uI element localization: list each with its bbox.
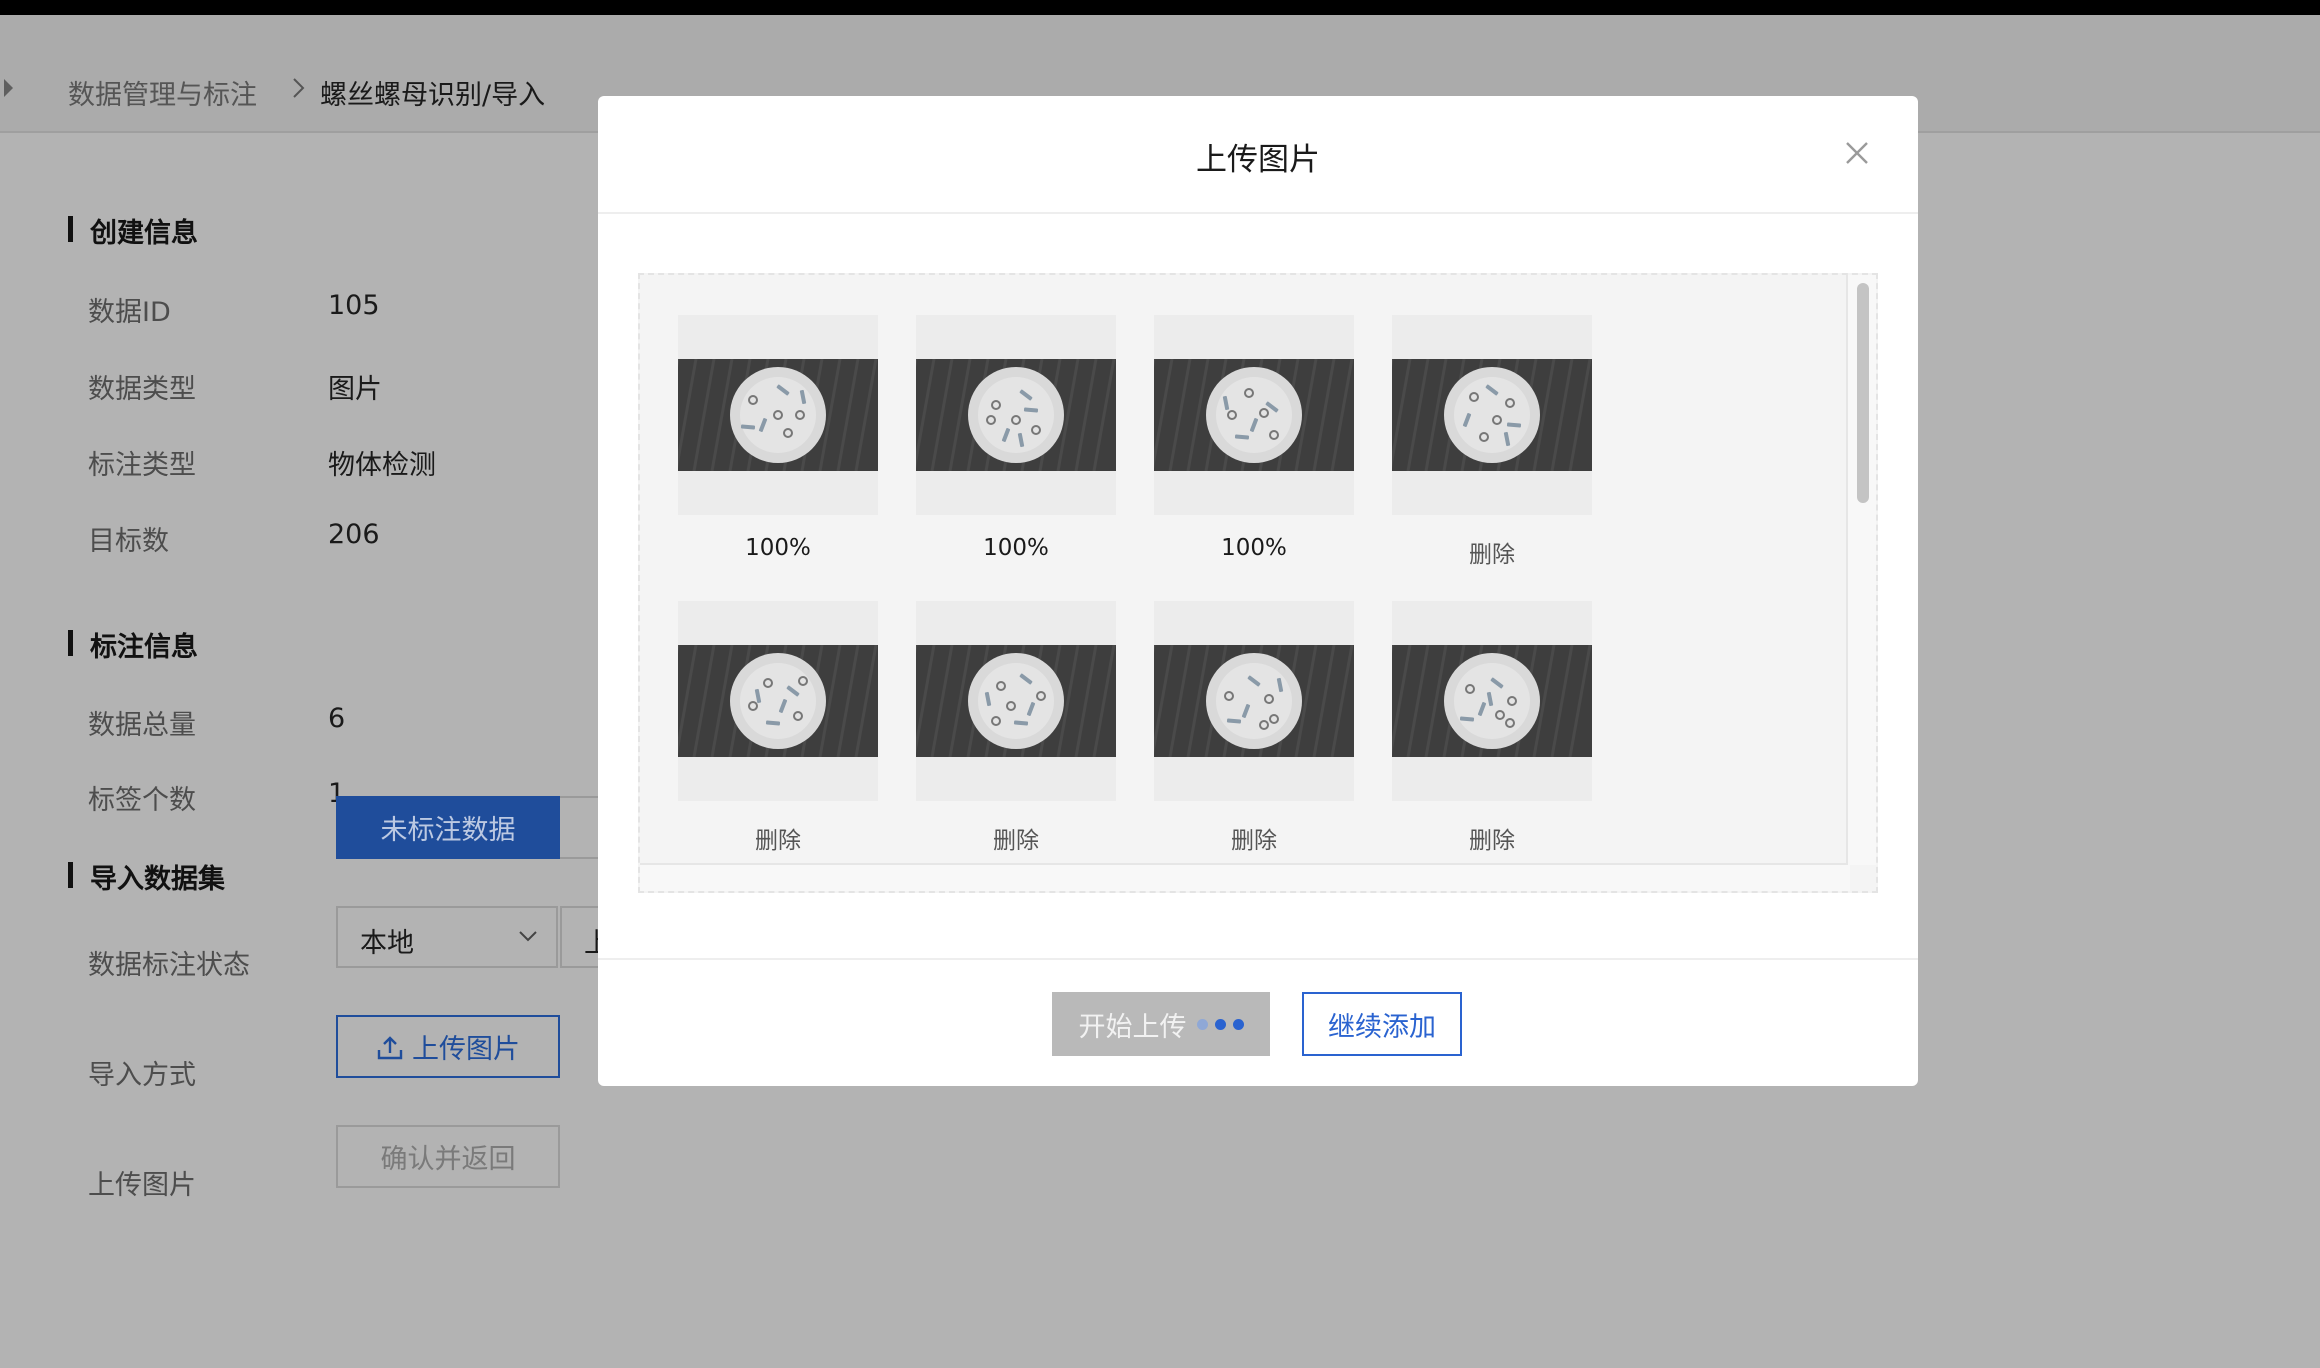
upload-progress: 100% [1221,535,1287,561]
upload-progress: 100% [745,535,811,561]
row-label-annotation-status: 数据标注状态 [88,950,250,981]
row-label-tag-count: 标签个数 [88,785,196,816]
chevron-down-icon [519,931,537,942]
section-title-import-dataset: 导入数据集 [68,857,225,896]
tab-unannotated-data[interactable]: 未标注数据 [336,796,560,859]
row-label-target-count: 目标数 [88,526,169,557]
sidebar-toggle-icon[interactable] [4,79,13,97]
upload-images-button[interactable]: 上传图片 [336,1015,560,1078]
delete-link[interactable]: 删除 [1392,821,1592,855]
import-method-value: 本地 [360,928,414,959]
row-label-data-type: 数据类型 [88,374,196,405]
modal-footer-divider [598,958,1918,960]
thumbnail-7[interactable] [1154,601,1354,801]
row-value-data-total: 6 [328,703,346,734]
thumbnail-6[interactable] [916,601,1116,801]
breadcrumb-parent[interactable]: 数据管理与标注 [68,73,257,112]
thumbnail-image-2 [916,359,1116,471]
thumbnail-image-7 [1154,645,1354,757]
thumbnail-image-4 [1392,359,1592,471]
thumbnail-4[interactable] [1392,315,1592,515]
close-icon[interactable] [1842,138,1872,168]
confirm-and-return-button[interactable]: 确认并返回 [336,1125,560,1188]
section-title-label-info: 标注信息 [68,625,198,664]
delete-link[interactable]: 删除 [1154,821,1354,855]
row-label-import-method: 导入方式 [88,1060,196,1091]
chevron-right-icon [293,78,305,98]
thumbnail-image-5 [678,645,878,757]
row-label-annotation-type: 标注类型 [88,450,196,481]
continue-adding-button[interactable]: 继续添加 [1302,992,1462,1056]
delete-link[interactable]: 删除 [916,821,1116,855]
start-upload-button[interactable]: 开始上传 [1052,992,1270,1056]
import-method-select[interactable]: 本地 [336,906,558,968]
thumbnail-image-1 [678,359,878,471]
horizontal-scrollbar[interactable] [640,863,1850,891]
thumbnail-1[interactable] [678,315,878,515]
thumbnail-8[interactable] [1392,601,1592,801]
row-value-data-type: 图片 [328,374,382,405]
modal-title: 上传图片 [1196,142,1320,178]
row-label-upload-images: 上传图片 [88,1170,196,1201]
vertical-scrollbar[interactable] [1846,275,1876,865]
row-label-data-id: 数据ID [88,297,171,328]
row-label-data-total: 数据总量 [88,710,196,741]
upload-icon [377,1035,403,1059]
section-title-create-info: 创建信息 [68,211,198,250]
loading-dots-icon [1196,1018,1244,1030]
thumbnail-image-6 [916,645,1116,757]
thumbnail-image-3 [1154,359,1354,471]
top-bar [0,0,2320,15]
thumbnail-image-8 [1392,645,1592,757]
row-value-target-count: 206 [328,519,380,550]
start-upload-label: 开始上传 [1078,1011,1187,1043]
row-value-annotation-type: 物体检测 [328,450,436,481]
delete-link[interactable]: 删除 [1392,535,1592,569]
thumbnail-gallery[interactable]: 100% 100% 100% 删除 删除 删除 删除 删除 [638,273,1878,893]
scrollbar-thumb[interactable] [1857,283,1869,503]
thumbnail-3[interactable] [1154,315,1354,515]
thumbnail-2[interactable] [916,315,1116,515]
upload-images-button-label: 上传图片 [412,1034,520,1065]
row-value-data-id: 105 [328,290,380,321]
upload-progress: 100% [983,535,1049,561]
delete-link[interactable]: 删除 [678,821,878,855]
upload-images-modal: 上传图片 100% 100% 100% 删除 删除 删除 删除 删除 开始上传 继续添加 [598,96,1918,1086]
modal-divider [598,212,1918,214]
thumbnail-5[interactable] [678,601,878,801]
breadcrumb-current: 螺丝螺母识别/导入 [320,80,546,111]
